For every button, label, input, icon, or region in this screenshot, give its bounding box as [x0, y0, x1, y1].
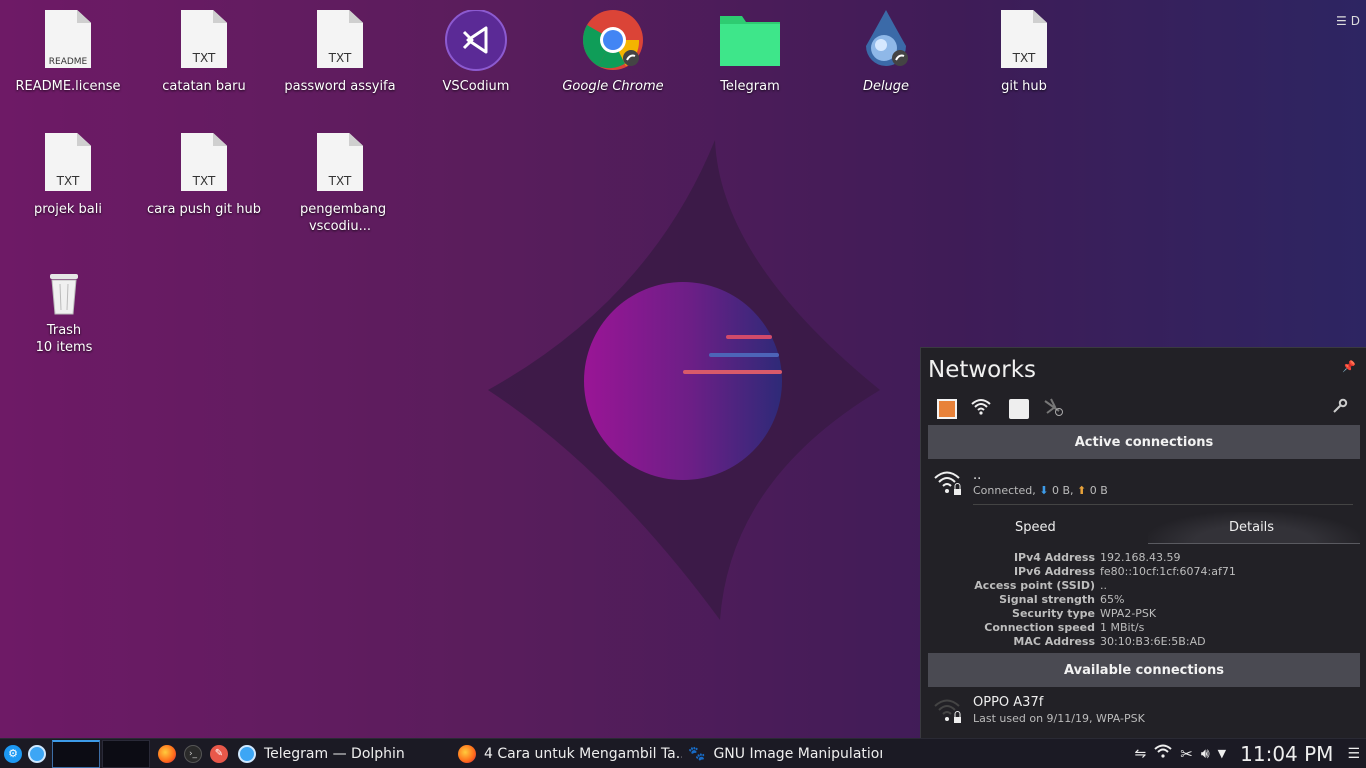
task-label: Telegram — Dolphin — [264, 745, 405, 762]
desktop-icon-label: cara push git hub — [146, 202, 262, 217]
tab-speed[interactable]: Speed — [1015, 520, 1056, 535]
panel-menu-icon[interactable]: ☰ — [1347, 746, 1360, 762]
wired-toggle-icon[interactable] — [937, 398, 957, 419]
clock[interactable]: 11:04 PM — [1240, 742, 1333, 766]
networks-popup: Networks 📌 Active connections .. Connect… — [920, 347, 1366, 738]
volume-icon[interactable]: 🔊︎ — [1201, 746, 1210, 762]
dolphin-launcher[interactable] — [24, 739, 50, 768]
desktop-app-vscodium[interactable]: VSCodium — [408, 9, 544, 95]
dolphin-icon — [238, 744, 256, 763]
task-dolphin[interactable]: Telegram — Dolphin — [232, 739, 452, 768]
available-connections-header: Available connections — [928, 653, 1360, 687]
text-file-icon: TXT — [36, 133, 100, 197]
desktop-icon-label: pengembang vscodiu... — [300, 202, 387, 234]
desktop-icon-label: password assyifa — [284, 79, 396, 94]
task-firefox[interactable]: 4 Cara untuk Mengambil Ta... — [452, 739, 682, 768]
terminal-launcher[interactable]: ›_ — [180, 739, 206, 768]
text-file-icon: TXT — [172, 133, 236, 197]
task-gimp[interactable]: 🐾 GNU Image Manipulation Pr... — [682, 739, 882, 768]
desktop-file-git-hub[interactable]: TXT git hub — [956, 10, 1092, 95]
desktop-icon-label: git hub — [1001, 79, 1047, 94]
desktop-file-readme[interactable]: README README.license — [0, 10, 136, 95]
desktop-file-projek-bali[interactable]: TXT projek bali — [0, 133, 136, 218]
active-connections-header: Active connections — [928, 425, 1360, 459]
firefox-icon — [458, 744, 476, 763]
chevron-down-icon[interactable]: ▼ — [1218, 747, 1226, 760]
configure-wrench-icon[interactable] — [1332, 398, 1348, 417]
hamburger-icon: ☰ — [1336, 14, 1347, 28]
upload-arrow-icon: ⬆ — [1077, 484, 1087, 497]
available-connection-name: OPPO A37f — [973, 695, 1044, 710]
network-wired-icon[interactable]: ⇋ — [1135, 746, 1147, 762]
text-file-icon: TXT — [308, 133, 372, 197]
text-file-icon: TXT — [172, 10, 236, 74]
desktop-pager-1[interactable] — [52, 739, 100, 768]
desktop-pager-2[interactable] — [102, 739, 150, 768]
desktop-toolbox-button[interactable]: ☰ D — [1336, 10, 1366, 32]
download-arrow-icon: ⬇ — [1039, 484, 1049, 497]
application-launcher[interactable]: ⚙ — [2, 739, 24, 768]
folder-icon — [718, 10, 782, 74]
network-toggles — [937, 397, 1065, 420]
active-connection-status: Connected, ⬇ 0 B, ⬆ 0 B — [973, 484, 1108, 497]
desktop-icon-label: VSCodium — [442, 79, 510, 94]
tab-details[interactable]: Details — [1229, 520, 1274, 535]
mobile-broadband-toggle-icon[interactable] — [1009, 398, 1029, 419]
text-file-icon: README — [36, 10, 100, 74]
editor-launcher[interactable]: ✎ — [206, 739, 232, 768]
desktop-icon-label: projek bali — [34, 202, 102, 217]
text-file-icon: TXT — [992, 10, 1056, 74]
gimp-icon: 🐾 — [688, 745, 706, 762]
desktop-icon-label: Deluge — [862, 79, 910, 94]
desktop-icon-label: catatan baru — [162, 79, 246, 94]
kde-connect-icon[interactable]: ✂ — [1180, 745, 1193, 763]
connection-tabs: Speed Details — [928, 512, 1360, 544]
chrome-icon — [581, 10, 645, 74]
taskbar: ⚙ ›_ ✎ Telegram — Dolphin 4 Cara untuk M… — [0, 738, 1366, 768]
desktop-icon-label: Trash — [46, 323, 82, 338]
active-connection-name: .. — [973, 468, 982, 483]
available-connection-sub: Last used on 9/11/19, WPA-PSK — [973, 712, 1145, 725]
trash-count: 10 items — [35, 340, 93, 355]
wifi-tray-icon[interactable] — [1154, 744, 1172, 764]
desktop-icon-label: Google Chrome — [562, 79, 664, 94]
trash-icon — [32, 270, 96, 318]
firefox-launcher[interactable] — [154, 739, 180, 768]
desktop-file-cara-push-git-hub[interactable]: TXT cara push git hub — [136, 133, 272, 218]
kde-menu-icon: ⚙ — [4, 744, 22, 763]
wifi-weak-secured-icon — [933, 697, 963, 728]
desktop-trash[interactable]: Trash 10 items — [0, 270, 132, 356]
divider — [973, 504, 1353, 505]
wifi-secured-icon — [933, 469, 963, 500]
task-label: GNU Image Manipulation Pr... — [713, 745, 882, 762]
text-file-icon: TXT — [308, 10, 372, 74]
desktop-file-pengembang-vscodium[interactable]: TXT pengembang vscodiu... — [272, 133, 408, 235]
desktop-toolbox-label: D — [1350, 14, 1361, 28]
desktop-app-deluge[interactable]: Deluge — [818, 10, 954, 95]
pin-icon[interactable]: 📌 — [1342, 360, 1356, 373]
desktop-file-catatan-baru[interactable]: TXT catatan baru — [136, 10, 272, 95]
deluge-icon — [854, 10, 918, 74]
desktop-icon-label: Telegram — [720, 79, 780, 94]
dolphin-icon — [28, 744, 46, 763]
desktop-folder-telegram[interactable]: Telegram — [682, 10, 818, 95]
airplane-mode-icon[interactable] — [1043, 397, 1065, 420]
wifi-toggle-icon[interactable] — [971, 398, 991, 419]
system-tray: ⇋ ✂ 🔊︎ ▼ 11:04 PM ☰ — [1135, 742, 1366, 766]
desktop-icon-label: README.license — [15, 79, 121, 94]
vscodium-icon — [444, 9, 508, 74]
terminal-icon: ›_ — [184, 744, 202, 763]
desktop-app-google-chrome[interactable]: Google Chrome — [545, 10, 681, 95]
networks-title: Networks — [928, 357, 1037, 383]
task-label: 4 Cara untuk Mengambil Ta... — [484, 745, 682, 762]
pencil-icon: ✎ — [210, 744, 228, 763]
firefox-icon — [158, 744, 176, 763]
desktop-file-password-assyifa[interactable]: TXT password assyifa — [272, 10, 408, 95]
